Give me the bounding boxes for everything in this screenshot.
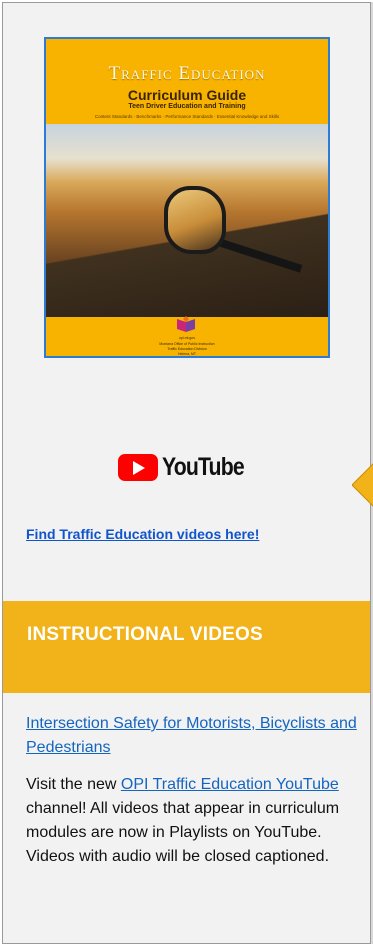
instructional-videos-heading: INSTRUCTIONAL VIDEOS <box>27 624 263 645</box>
youtube-logo[interactable]: YouTube <box>118 452 258 482</box>
cover-footer-1: Montana Office of Public Instruction <box>159 342 215 346</box>
curriculum-guide-cover[interactable]: Traffic Education Curriculum Guide Teen … <box>44 37 330 358</box>
opi-logo-icon <box>177 316 195 332</box>
instructional-videos-banner <box>3 601 370 693</box>
youtube-play-icon <box>118 453 158 481</box>
youtube-wordmark: YouTube <box>162 452 245 481</box>
para-text-after: channel! All videos that appear in curri… <box>26 800 340 865</box>
opi-youtube-channel-link[interactable]: OPI Traffic Education YouTube <box>121 776 339 793</box>
cover-subtitle-2: Teen Driver Education and Training <box>128 103 246 110</box>
expand-arrow-icon[interactable] <box>352 463 373 507</box>
side-mirror-image <box>164 186 226 254</box>
cover-subtitle: Curriculum Guide <box>127 87 247 103</box>
intersection-safety-video-link[interactable]: Intersection Safety for Motorists, Bicyc… <box>26 712 366 760</box>
cover-site: opi.mt.gov <box>178 336 196 340</box>
cover-footer-3: Helena, MT <box>177 352 197 356</box>
cover-photo <box>46 124 328 317</box>
cover-footer-2: Traffic Education Division <box>167 347 207 351</box>
find-videos-link[interactable]: Find Traffic Education videos here! <box>26 526 259 542</box>
cover-tagline: Content Standards · Benchmarks · Perform… <box>94 114 280 119</box>
cover-title: Traffic Education <box>108 63 266 84</box>
para-text-before: Visit the new <box>26 776 121 793</box>
channel-description: Visit the new OPI Traffic Education YouT… <box>26 773 366 869</box>
